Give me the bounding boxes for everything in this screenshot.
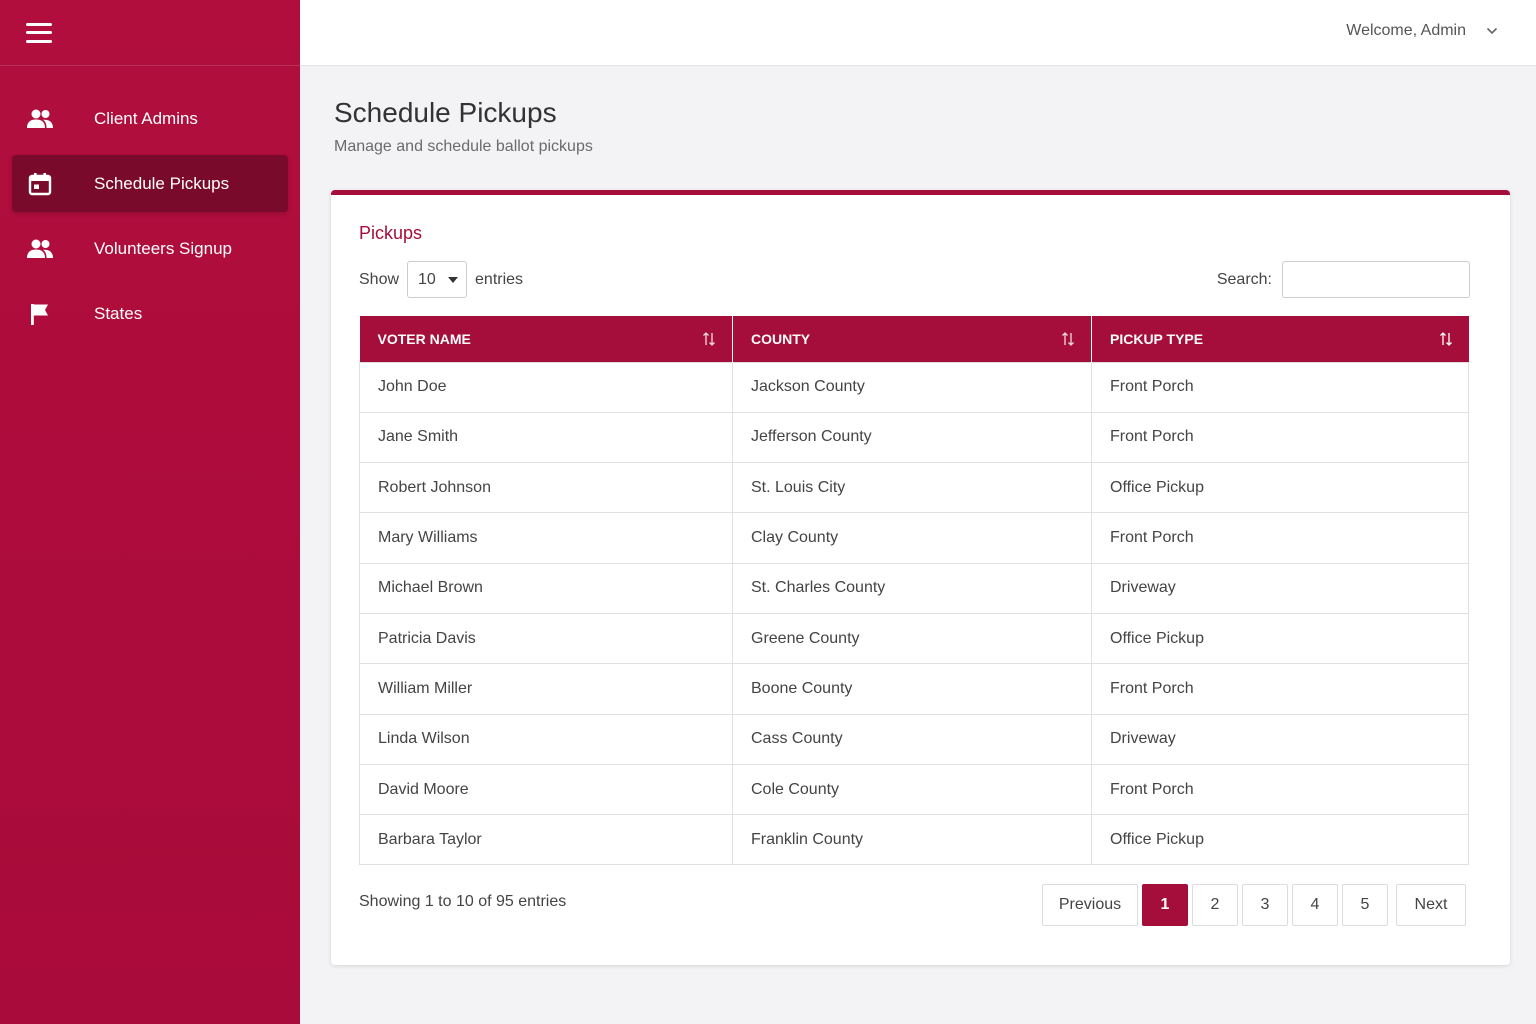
cell-pickup-type: Front Porch bbox=[1091, 512, 1469, 564]
caret-down-icon bbox=[448, 276, 459, 283]
sidebar-nav: Client Admins Schedule Pickups Volunteer… bbox=[0, 66, 300, 342]
next-button[interactable]: Next bbox=[1396, 884, 1466, 926]
cell-voter-name: Michael Brown bbox=[359, 562, 733, 614]
column-label: COUNTY bbox=[751, 330, 811, 347]
search-input[interactable] bbox=[1282, 261, 1470, 298]
cell-voter-name: Robert Johnson bbox=[359, 462, 733, 514]
sidebar-item-schedule-pickups[interactable]: Schedule Pickups bbox=[12, 155, 288, 212]
table-row: Michael Brown St. Charles County Driveway bbox=[359, 562, 1469, 614]
pickups-table: VOTER NAME COUNTY PICKUP TYPE John Doe Ja… bbox=[359, 316, 1469, 866]
sidebar-item-label: Volunteers Signup bbox=[94, 238, 232, 258]
sidebar-item-label: States bbox=[94, 303, 143, 323]
people-icon bbox=[26, 235, 54, 263]
sidebar-item-client-admins[interactable]: Client Admins bbox=[12, 90, 288, 147]
flag-icon bbox=[26, 300, 54, 328]
cell-voter-name: Mary Williams bbox=[359, 512, 733, 564]
cell-county: St. Charles County bbox=[732, 562, 1092, 614]
cell-pickup-type: Driveway bbox=[1091, 562, 1469, 614]
table-row: John Doe Jackson County Front Porch bbox=[359, 361, 1469, 413]
entries-value: 10 bbox=[418, 270, 436, 288]
cell-county: Boone County bbox=[732, 663, 1092, 715]
previous-button[interactable]: Previous bbox=[1042, 884, 1138, 926]
cell-pickup-type: Driveway bbox=[1091, 713, 1469, 765]
cell-pickup-type: Front Porch bbox=[1091, 663, 1469, 715]
page-button-4[interactable]: 4 bbox=[1292, 884, 1338, 926]
search-control: Search: bbox=[1217, 261, 1470, 298]
table-row: Robert Johnson St. Louis City Office Picku… bbox=[359, 462, 1469, 514]
column-header-voter-name[interactable]: VOTER NAME bbox=[359, 316, 733, 362]
page-subtitle: Manage and schedule ballot pickups bbox=[334, 138, 593, 155]
cell-county: Clay County bbox=[732, 512, 1092, 564]
entries-select[interactable]: 10 bbox=[407, 261, 468, 298]
sidebar-item-label: Client Admins bbox=[94, 108, 198, 128]
table-row: Linda Wilson Cass County Driveway bbox=[359, 713, 1469, 765]
show-label: Show bbox=[359, 270, 400, 288]
sidebar-item-volunteers-signup[interactable]: Volunteers Signup bbox=[12, 220, 288, 277]
cell-voter-name: John Doe bbox=[359, 361, 733, 413]
table-row: Patricia Davis Greene County Office Pickup bbox=[359, 612, 1469, 665]
user-menu[interactable]: Welcome, Admin bbox=[1346, 22, 1500, 40]
cell-county: Cole County bbox=[732, 763, 1092, 816]
cell-pickup-type: Front Porch bbox=[1091, 411, 1469, 464]
cell-county: Franklin County bbox=[732, 814, 1092, 866]
chevron-down-icon bbox=[1486, 24, 1500, 38]
pickups-card: Pickups Show 10 entries Search: VOTER NA… bbox=[331, 190, 1510, 965]
cell-pickup-type: Front Porch bbox=[1091, 763, 1469, 816]
cell-pickup-type: Office Pickup bbox=[1091, 612, 1469, 665]
cell-county: Jackson County bbox=[732, 361, 1092, 413]
table-row: David Moore Cole County Front Porch bbox=[359, 763, 1469, 816]
cell-voter-name: Linda Wilson bbox=[359, 713, 733, 765]
table-row: Barbara Taylor Franklin County Office Pick… bbox=[359, 814, 1469, 866]
sidebar: Client Admins Schedule Pickups Volunteer… bbox=[0, 0, 300, 1024]
cell-voter-name: David Moore bbox=[359, 763, 733, 816]
sort-icon[interactable] bbox=[702, 331, 716, 347]
entries-length-control: Show 10 entries bbox=[359, 261, 523, 298]
page-button-5[interactable]: 5 bbox=[1342, 884, 1388, 926]
page-button-1[interactable]: 1 bbox=[1142, 884, 1188, 926]
cell-voter-name: Patricia Davis bbox=[359, 612, 733, 665]
table-row: William Miller Boone County Front Porch bbox=[359, 663, 1469, 715]
calendar-icon bbox=[26, 170, 54, 198]
cell-voter-name: Jane Smith bbox=[359, 411, 733, 464]
cell-county: St. Louis City bbox=[732, 462, 1092, 514]
table-row: Mary Williams Clay County Front Porch bbox=[359, 512, 1469, 564]
sidebar-header bbox=[0, 0, 300, 66]
sort-icon[interactable] bbox=[1061, 331, 1075, 347]
table-row: Jane Smith Jefferson County Front Porch bbox=[359, 411, 1469, 464]
sidebar-item-label: Schedule Pickups bbox=[94, 173, 230, 193]
people-icon bbox=[26, 105, 54, 133]
cell-pickup-type: Office Pickup bbox=[1091, 462, 1469, 514]
sidebar-item-states[interactable]: States bbox=[12, 285, 288, 342]
page-button-3[interactable]: 3 bbox=[1242, 884, 1288, 926]
menu-toggle-icon[interactable] bbox=[26, 22, 52, 43]
pagination: Previous 1 2 3 4 5 Next bbox=[1042, 884, 1466, 926]
sort-icon[interactable] bbox=[1439, 331, 1453, 347]
column-label: VOTER NAME bbox=[377, 330, 471, 347]
cell-voter-name: William Miller bbox=[359, 663, 733, 715]
topbar: Welcome, Admin bbox=[300, 0, 1536, 66]
cell-voter-name: Barbara Taylor bbox=[359, 814, 733, 866]
welcome-text: Welcome, Admin bbox=[1346, 22, 1466, 39]
column-label: PICKUP TYPE bbox=[1110, 330, 1204, 347]
entries-label: entries bbox=[475, 270, 524, 288]
column-header-pickup-type[interactable]: PICKUP TYPE bbox=[1091, 316, 1469, 362]
cell-pickup-type: Office Pickup bbox=[1091, 814, 1469, 866]
card-title: Pickups bbox=[359, 223, 423, 243]
page-button-2[interactable]: 2 bbox=[1192, 884, 1238, 926]
cell-pickup-type: Front Porch bbox=[1091, 361, 1469, 413]
cell-county: Cass County bbox=[732, 713, 1092, 765]
search-label: Search: bbox=[1216, 270, 1272, 288]
table-header-row: VOTER NAME COUNTY PICKUP TYPE bbox=[359, 316, 1469, 362]
cell-county: Jefferson County bbox=[732, 411, 1092, 464]
cell-county: Greene County bbox=[732, 612, 1092, 665]
table-info: Showing 1 to 10 of 95 entries bbox=[359, 893, 567, 910]
column-header-county[interactable]: COUNTY bbox=[732, 316, 1092, 362]
page-title: Schedule Pickups bbox=[334, 97, 557, 128]
